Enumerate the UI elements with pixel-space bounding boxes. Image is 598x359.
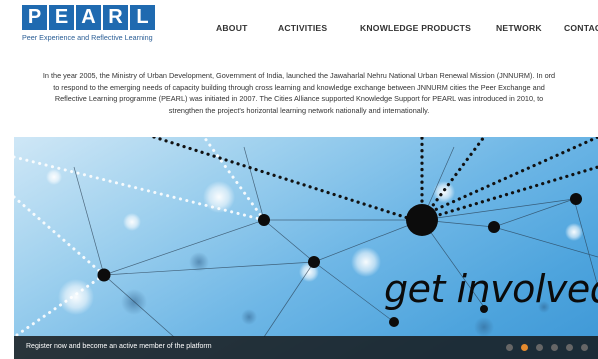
intro-line: Reflective Learning programme (PEARL) wa… — [54, 94, 544, 104]
site-header: P E A R L Peer Experience and Reflective… — [0, 0, 598, 58]
nav-item-about[interactable]: ABOUT — [216, 23, 248, 33]
slider-dot[interactable] — [551, 344, 558, 351]
slide-caption[interactable]: Register now and become an active member… — [26, 343, 212, 350]
slider-dot[interactable] — [581, 344, 588, 351]
nav-item-activities[interactable]: ACTIVITIES — [278, 23, 327, 33]
intro-line: to respond to the emerging needs of capa… — [53, 82, 545, 92]
slider-dot[interactable] — [506, 344, 513, 351]
main-nav: ABOUT ACTIVITIES KNOWLEDGE PRODUCTS NETW… — [0, 23, 598, 37]
slide-caption-bar: Register now and become an active member… — [14, 336, 598, 359]
network-illustration: get involved — [14, 137, 598, 339]
slider-dot[interactable] — [536, 344, 543, 351]
banner-headline: get involved — [384, 267, 598, 311]
hero-slider[interactable]: get involved Register now and become an … — [14, 137, 598, 359]
nav-item-contact[interactable]: CONTAC — [564, 23, 598, 33]
intro-line: In the year 2005, the Ministry of Urban … — [42, 71, 556, 80]
intro-paragraph: In the year 2005, the Ministry of Urban … — [0, 70, 598, 116]
intro-line: strengthen the project's horizontal lear… — [168, 105, 430, 115]
nav-item-knowledge-products[interactable]: KNOWLEDGE PRODUCTS — [360, 23, 471, 33]
slider-pagination — [506, 344, 588, 351]
nav-item-network[interactable]: NETWORK — [496, 23, 542, 33]
slider-dot-active[interactable] — [521, 344, 528, 351]
slider-dot[interactable] — [566, 344, 573, 351]
